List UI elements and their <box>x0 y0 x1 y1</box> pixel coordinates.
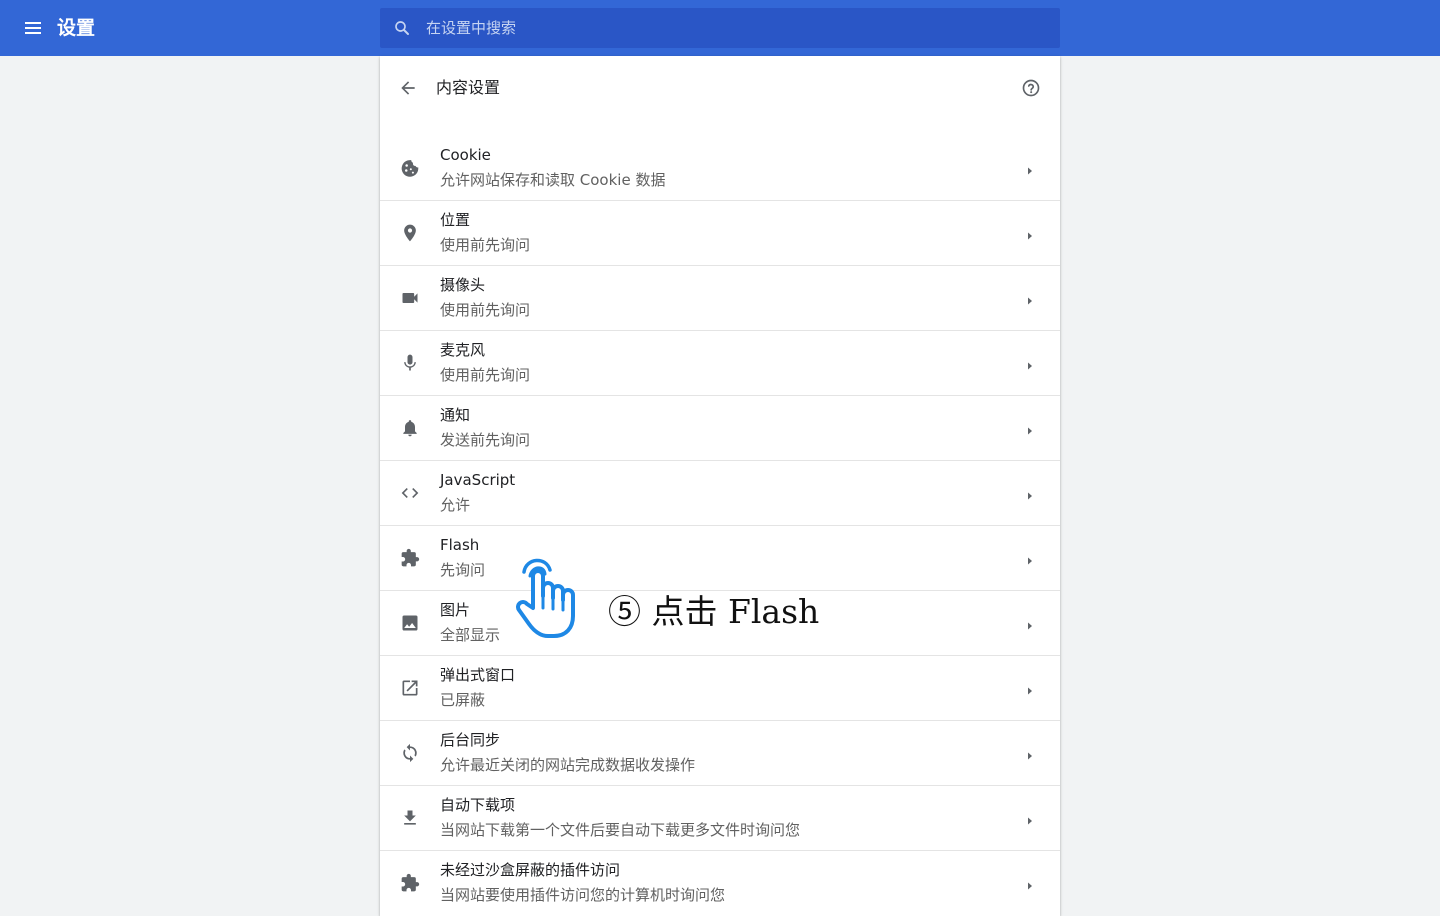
arrow-back-icon[interactable] <box>398 78 418 98</box>
row-subtitle: 允许最近关闭的网站完成数据收发操作 <box>440 756 696 774</box>
row-title: 后台同步 <box>440 731 501 749</box>
puzzle-icon <box>400 873 420 893</box>
row-title: 摄像头 <box>440 276 486 294</box>
location-pin-icon <box>400 223 420 243</box>
search-input[interactable] <box>426 8 1046 48</box>
page-title: 内容设置 <box>436 78 501 97</box>
bell-icon <box>400 418 420 438</box>
row-title: 弹出式窗口 <box>440 666 516 684</box>
chevron-right-icon <box>1026 292 1034 305</box>
chevron-right-icon <box>1026 227 1034 240</box>
chevron-right-icon <box>1026 617 1034 630</box>
settings-row-javascript[interactable]: JavaScript 允许 <box>380 460 1060 525</box>
row-subtitle: 允许网站保存和读取 Cookie 数据 <box>440 171 666 189</box>
settings-row-camera[interactable]: 摄像头 使用前先询问 <box>380 265 1060 330</box>
chevron-right-icon <box>1026 682 1034 695</box>
row-title: 自动下载项 <box>440 796 516 814</box>
row-subtitle: 允许 <box>440 496 471 514</box>
image-icon <box>400 613 420 633</box>
microphone-icon <box>400 353 420 373</box>
chevron-right-icon <box>1026 162 1034 175</box>
chevron-right-icon <box>1026 552 1034 565</box>
row-title: 位置 <box>440 211 471 229</box>
cookie-icon <box>400 158 420 178</box>
row-subtitle: 全部显示 <box>440 626 501 644</box>
app-title: 设置 <box>57 17 96 39</box>
settings-row-background-sync[interactable]: 后台同步 允许最近关闭的网站完成数据收发操作 <box>380 720 1060 785</box>
tutorial-caption: ⑤ 点击 Flash <box>608 592 820 631</box>
download-icon <box>400 808 420 828</box>
settings-row-notifications[interactable]: 通知 发送前先询问 <box>380 395 1060 460</box>
subpage-header: 内容设置 <box>380 56 1060 120</box>
menu-icon[interactable] <box>24 16 44 40</box>
row-title: 未经过沙盒屏蔽的插件访问 <box>440 861 621 879</box>
search-icon <box>393 19 411 37</box>
row-title: 通知 <box>440 406 471 424</box>
row-subtitle: 使用前先询问 <box>440 236 531 254</box>
row-subtitle: 发送前先询问 <box>440 431 531 449</box>
settings-row-popups[interactable]: 弹出式窗口 已屏蔽 <box>380 655 1060 720</box>
row-title: JavaScript <box>440 471 516 489</box>
sync-icon <box>400 743 420 763</box>
row-subtitle: 当网站要使用插件访问您的计算机时询问您 <box>440 886 726 904</box>
row-subtitle: 先询问 <box>440 561 486 579</box>
row-subtitle: 当网站下载第一个文件后要自动下载更多文件时询问您 <box>440 821 801 839</box>
code-icon <box>400 483 420 503</box>
open-in-new-icon <box>400 678 420 698</box>
settings-row-cookie[interactable]: Cookie 允许网站保存和读取 Cookie 数据 <box>380 136 1060 200</box>
top-app-bar: 设置 <box>0 0 1440 56</box>
chevron-right-icon <box>1026 357 1034 370</box>
settings-row-automatic-downloads[interactable]: 自动下载项 当网站下载第一个文件后要自动下载更多文件时询问您 <box>380 785 1060 850</box>
settings-row-microphone[interactable]: 麦克风 使用前先询问 <box>380 330 1060 395</box>
settings-row-flash[interactable]: Flash 先询问 <box>380 525 1060 590</box>
chevron-right-icon <box>1026 747 1034 760</box>
content-settings-card: 内容设置 Cookie 允许网站保存和读取 Cookie 数据 位置 使用前先询… <box>380 56 1060 916</box>
camera-icon <box>400 288 420 308</box>
row-title: 图片 <box>440 601 471 619</box>
content-settings-list: Cookie 允许网站保存和读取 Cookie 数据 位置 使用前先询问 摄像头… <box>380 136 1060 915</box>
row-subtitle: 使用前先询问 <box>440 301 531 319</box>
chevron-right-icon <box>1026 422 1034 435</box>
puzzle-icon <box>400 548 420 568</box>
settings-row-location[interactable]: 位置 使用前先询问 <box>380 200 1060 265</box>
chevron-right-icon <box>1026 812 1034 825</box>
row-subtitle: 使用前先询问 <box>440 366 531 384</box>
chevron-right-icon <box>1026 487 1034 500</box>
row-subtitle: 已屏蔽 <box>440 691 486 709</box>
row-title: Cookie <box>440 146 491 164</box>
chevron-right-icon <box>1026 877 1034 890</box>
search-box[interactable] <box>380 8 1060 48</box>
row-title: Flash <box>440 536 480 554</box>
row-title: 麦克风 <box>440 341 486 359</box>
settings-row-unsandboxed-plugins[interactable]: 未经过沙盒屏蔽的插件访问 当网站要使用插件访问您的计算机时询问您 <box>380 850 1060 915</box>
help-icon[interactable] <box>1021 78 1041 98</box>
hand-pointer-icon <box>512 552 594 642</box>
